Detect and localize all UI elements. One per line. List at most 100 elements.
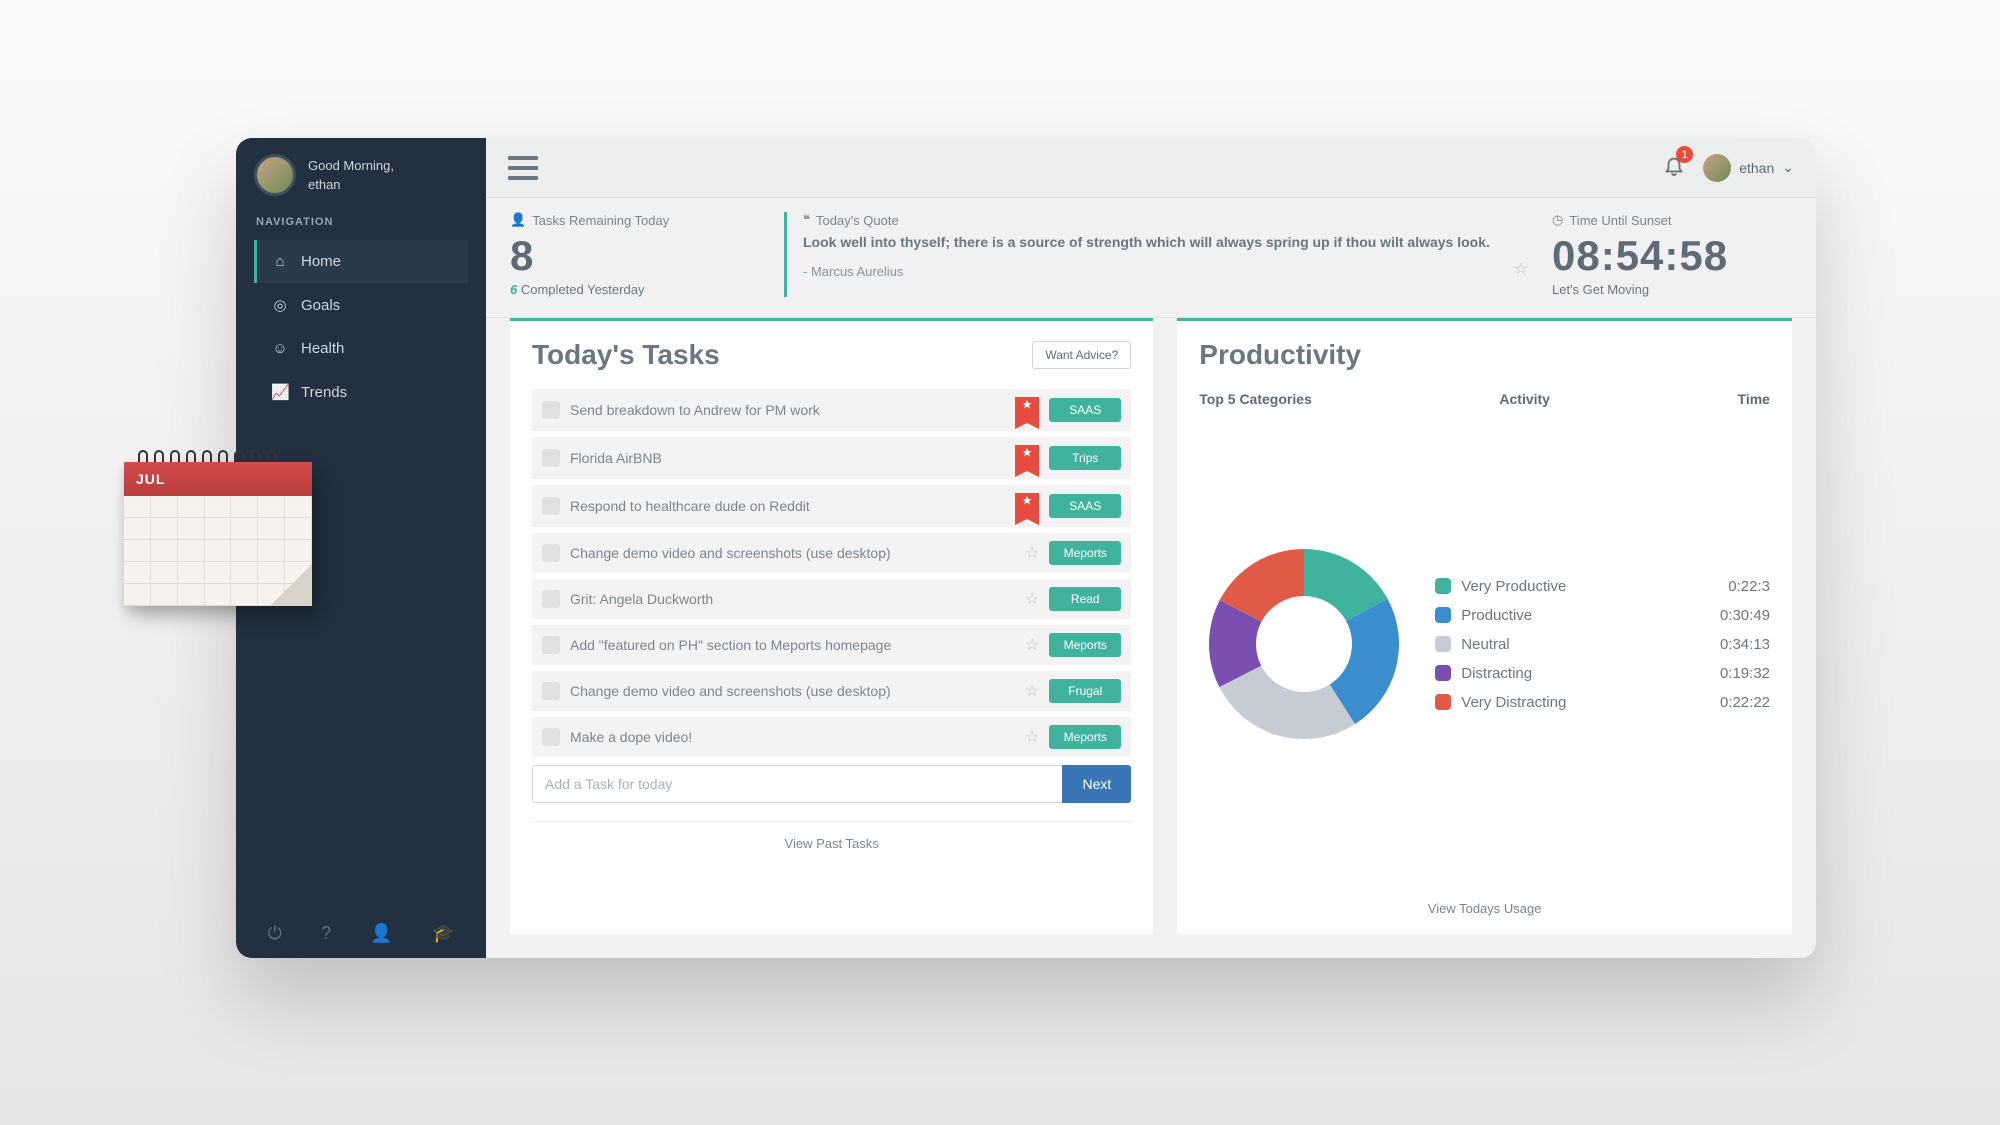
task-text: Send breakdown to Andrew for PM work xyxy=(570,402,1005,418)
task-checkbox[interactable] xyxy=(542,449,560,467)
task-tag[interactable]: Frugal xyxy=(1049,679,1121,703)
sidebar-item-trends[interactable]: 📈Trends xyxy=(254,370,468,414)
task-text: Add "featured on PH" section to Meports … xyxy=(570,637,1015,653)
view-todays-usage-link[interactable]: View Todays Usage xyxy=(1199,887,1770,916)
task-tag[interactable]: SAAS xyxy=(1049,494,1121,518)
task-tag[interactable]: Meports xyxy=(1049,725,1121,749)
quote-title: Today's Quote xyxy=(816,213,899,228)
tasks-panel-title: Today's Tasks xyxy=(532,339,720,371)
sidebar-item-health[interactable]: ☺Health xyxy=(254,327,468,370)
graduation-icon[interactable]: 🎓 xyxy=(432,923,454,944)
sidebar-item-label: Health xyxy=(301,340,344,357)
legend-label: Distracting xyxy=(1461,665,1532,682)
sidebar-item-label: Home xyxy=(301,253,341,270)
task-text: Florida AirBNB xyxy=(570,450,1005,466)
task-tag[interactable]: Meports xyxy=(1049,541,1121,565)
tasks-panel: Today's Tasks Want Advice? Send breakdow… xyxy=(510,318,1153,934)
legend-row: Very Productive 0:22:3 xyxy=(1435,578,1770,595)
topbar-username: ethan xyxy=(1739,160,1774,176)
task-tag[interactable]: SAAS xyxy=(1049,398,1121,422)
legend-label: Very Distracting xyxy=(1461,694,1566,711)
task-checkbox[interactable] xyxy=(542,728,560,746)
app-window: Good Morning, ethan NAVIGATION ⌂ Home ◎Goa… xyxy=(236,138,1816,958)
ribbon-icon xyxy=(1015,493,1039,519)
task-row: Send breakdown to Andrew for PM work SAAS xyxy=(532,389,1131,431)
sidebar-footer: ⏻ ? 👤 🎓 xyxy=(236,909,486,958)
task-checkbox[interactable] xyxy=(542,590,560,608)
sidebar-item-goals[interactable]: ◎Goals xyxy=(254,283,468,327)
help-icon[interactable]: ? xyxy=(321,923,331,944)
legend-time: 0:30:49 xyxy=(1720,607,1770,624)
time-until-sunset: 08:54:58 xyxy=(1552,232,1792,280)
sidebar-item-home[interactable]: ⌂ Home xyxy=(254,240,468,283)
user-icon[interactable]: 👤 xyxy=(370,923,392,944)
avatar[interactable] xyxy=(254,154,296,196)
legend-label: Neutral xyxy=(1461,636,1509,653)
col-time: Time xyxy=(1738,391,1770,407)
legend-time: 0:34:13 xyxy=(1720,636,1770,653)
quote-author: - Marcus Aurelius xyxy=(803,264,903,279)
star-button[interactable]: ☆ xyxy=(1025,681,1039,701)
calendar-overlay: JUL xyxy=(124,450,312,630)
legend-swatch xyxy=(1435,636,1451,652)
task-text: Change demo video and screenshots (use d… xyxy=(570,683,1015,699)
avatar-small xyxy=(1703,154,1731,182)
task-tag[interactable]: Meports xyxy=(1049,633,1121,657)
task-row: Make a dope video!☆Meports xyxy=(532,717,1131,757)
task-row: Grit: Angela Duckworth☆Read xyxy=(532,579,1131,619)
greeting-name: ethan xyxy=(308,177,394,192)
task-checkbox[interactable] xyxy=(542,401,560,419)
legend-row: Very Distracting 0:22:22 xyxy=(1435,694,1770,711)
hamburger-icon[interactable] xyxy=(508,156,538,180)
task-tag[interactable]: Read xyxy=(1049,587,1121,611)
legend-label: Productive xyxy=(1461,607,1532,624)
calendar-month: JUL xyxy=(124,462,312,496)
star-button[interactable]: ☆ xyxy=(1025,635,1039,655)
notifications-button[interactable]: 1 xyxy=(1663,154,1685,181)
star-button[interactable]: ☆ xyxy=(1025,543,1039,563)
productivity-donut-chart xyxy=(1199,539,1409,749)
productivity-panel: Productivity Top 5 Categories Activity T… xyxy=(1177,318,1792,934)
star-button[interactable]: ☆ xyxy=(1025,727,1039,747)
notifications-badge: 1 xyxy=(1676,146,1693,163)
quote-icon: ❝ xyxy=(803,212,810,228)
task-checkbox[interactable] xyxy=(542,682,560,700)
col-activity: Activity xyxy=(1499,391,1550,407)
legend-label: Very Productive xyxy=(1461,578,1566,595)
nav-heading: NAVIGATION xyxy=(256,216,468,228)
legend-time: 0:19:32 xyxy=(1720,665,1770,682)
time-title: Time Until Sunset xyxy=(1569,213,1671,228)
power-icon[interactable]: ⏻ xyxy=(268,923,282,944)
task-text: Change demo video and screenshots (use d… xyxy=(570,545,1015,561)
add-task-input[interactable] xyxy=(532,765,1062,803)
legend-row: Neutral 0:34:13 xyxy=(1435,636,1770,653)
star-button[interactable]: ☆ xyxy=(1025,589,1039,609)
star-quote-button[interactable]: ☆ xyxy=(1514,259,1528,279)
task-checkbox[interactable] xyxy=(542,544,560,562)
legend-time: 0:22:22 xyxy=(1720,694,1770,711)
topbar: 1 ethan ⌄ xyxy=(486,138,1816,198)
sidebar-item-label: Trends xyxy=(301,384,347,401)
legend-row: Distracting 0:19:32 xyxy=(1435,665,1770,682)
tasks-remaining-title: Tasks Remaining Today xyxy=(532,213,669,228)
greeting-text: Good Morning, xyxy=(308,158,394,173)
ribbon-icon xyxy=(1015,397,1039,423)
want-advice-button[interactable]: Want Advice? xyxy=(1032,341,1131,369)
view-past-tasks-link[interactable]: View Past Tasks xyxy=(532,821,1131,851)
tasks-yesterday-count: 6 xyxy=(510,282,517,297)
legend-swatch xyxy=(1435,665,1451,681)
user-menu[interactable]: ethan ⌄ xyxy=(1703,154,1794,182)
clock-icon: ◷ xyxy=(1552,212,1563,228)
legend-time: 0:22:3 xyxy=(1728,578,1770,595)
quote-body: Look well into thyself; there is a sourc… xyxy=(803,232,1528,253)
task-checkbox[interactable] xyxy=(542,636,560,654)
legend-swatch xyxy=(1435,607,1451,623)
task-tag[interactable]: Trips xyxy=(1049,446,1121,470)
task-checkbox[interactable] xyxy=(542,497,560,515)
home-icon: ⌂ xyxy=(271,253,289,270)
next-button[interactable]: Next xyxy=(1062,765,1131,803)
person-icon: 👤 xyxy=(510,212,526,228)
main-area: 1 ethan ⌄ 👤Tasks Remaining Today 8 6 Com… xyxy=(486,138,1816,958)
legend-swatch xyxy=(1435,694,1451,710)
task-row: Florida AirBNB Trips xyxy=(532,437,1131,479)
